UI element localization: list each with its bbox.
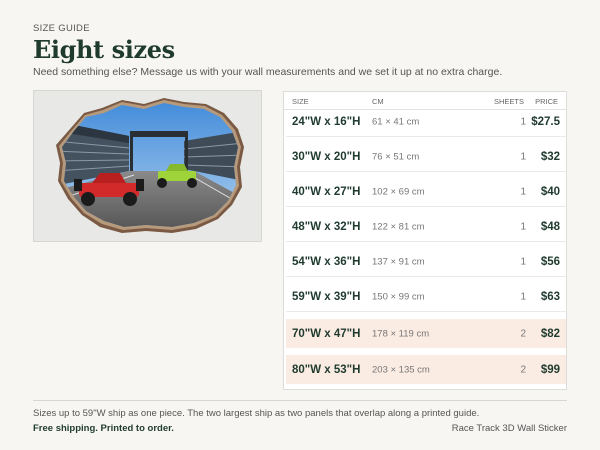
row-price: $27.5 [531, 116, 560, 128]
size-guide-eyebrow: SIZE GUIDE [33, 23, 90, 34]
size-table: SIZE CM SHEETS PRICE 24"W x 16"H 61 × 41… [283, 91, 567, 390]
row-size: 59"W x 39"H [292, 291, 361, 303]
table-row[interactable]: 30"W x 20"H 76 × 51 cm 1 $32 [286, 143, 566, 172]
row-cm: 203 × 135 cm [372, 364, 430, 375]
row-size: 40"W x 27"H [292, 186, 361, 198]
row-price: $99 [540, 363, 560, 376]
row-size: 80"W x 53"H [292, 363, 361, 376]
row-sheets: 1 [520, 151, 526, 163]
footer-divider [33, 400, 567, 401]
table-row[interactable]: 40"W x 27"H 102 × 69 cm 1 $40 [286, 178, 566, 207]
row-size: 54"W x 36"H [292, 256, 361, 268]
row-size: 24"W x 16"H [292, 116, 361, 128]
table-row[interactable]: 48"W x 32"H 122 × 81 cm 1 $48 [286, 213, 566, 242]
row-cm: 137 × 91 cm [372, 256, 425, 268]
row-cm: 122 × 81 cm [372, 221, 425, 233]
row-sheets: 1 [520, 291, 526, 303]
row-price: $63 [540, 291, 560, 303]
product-name: Race Track 3D Wall Sticker [451, 423, 567, 434]
table-row-highlighted[interactable]: 80"W x 53"H 203 × 135 cm 2 $99 [286, 355, 566, 384]
shipping-note: Sizes up to 59"W ship as one piece. The … [33, 408, 480, 419]
row-size: 30"W x 20"H [292, 151, 361, 163]
row-sheets: 2 [520, 328, 526, 339]
race-track-illustration [56, 98, 244, 233]
table-row[interactable]: 54"W x 36"H 137 × 91 cm 1 $56 [286, 248, 566, 277]
header-price: PRICE [535, 97, 558, 106]
header-sheets: SHEETS [493, 97, 524, 106]
page-title: Eight sizes [33, 35, 175, 64]
table-row[interactable]: 59"W x 39"H 150 × 99 cm 1 $63 [286, 283, 566, 312]
header-size: SIZE [292, 97, 309, 106]
row-cm: 102 × 69 cm [372, 186, 425, 198]
row-size: 48"W x 32"H [292, 221, 361, 233]
row-price: $56 [540, 256, 560, 268]
row-price: $82 [540, 327, 560, 340]
row-price: $40 [540, 186, 560, 198]
row-sheets: 2 [520, 364, 526, 375]
row-price: $48 [540, 221, 560, 233]
row-cm: 61 × 41 cm [372, 116, 420, 128]
row-sheets: 1 [520, 256, 526, 268]
row-cm: 76 × 51 cm [372, 151, 420, 163]
header-cm: CM [372, 97, 384, 106]
row-sheets: 1 [520, 116, 526, 128]
product-preview-image [33, 90, 262, 242]
row-cm: 150 × 99 cm [372, 291, 425, 303]
row-cm: 178 × 119 cm [372, 328, 430, 339]
table-row[interactable]: 24"W x 16"H 61 × 41 cm 1 $27.5 [286, 108, 566, 137]
table-row-highlighted[interactable]: 70"W x 47"H 178 × 119 cm 2 $82 [286, 319, 566, 348]
page-subtitle: Need something else? Message us with you… [33, 66, 503, 78]
row-sheets: 1 [520, 221, 526, 233]
row-size: 70"W x 47"H [292, 327, 361, 340]
row-sheets: 1 [520, 186, 526, 198]
free-shipping-label: Free shipping. Printed to order. [33, 423, 174, 434]
row-price: $32 [540, 151, 560, 163]
